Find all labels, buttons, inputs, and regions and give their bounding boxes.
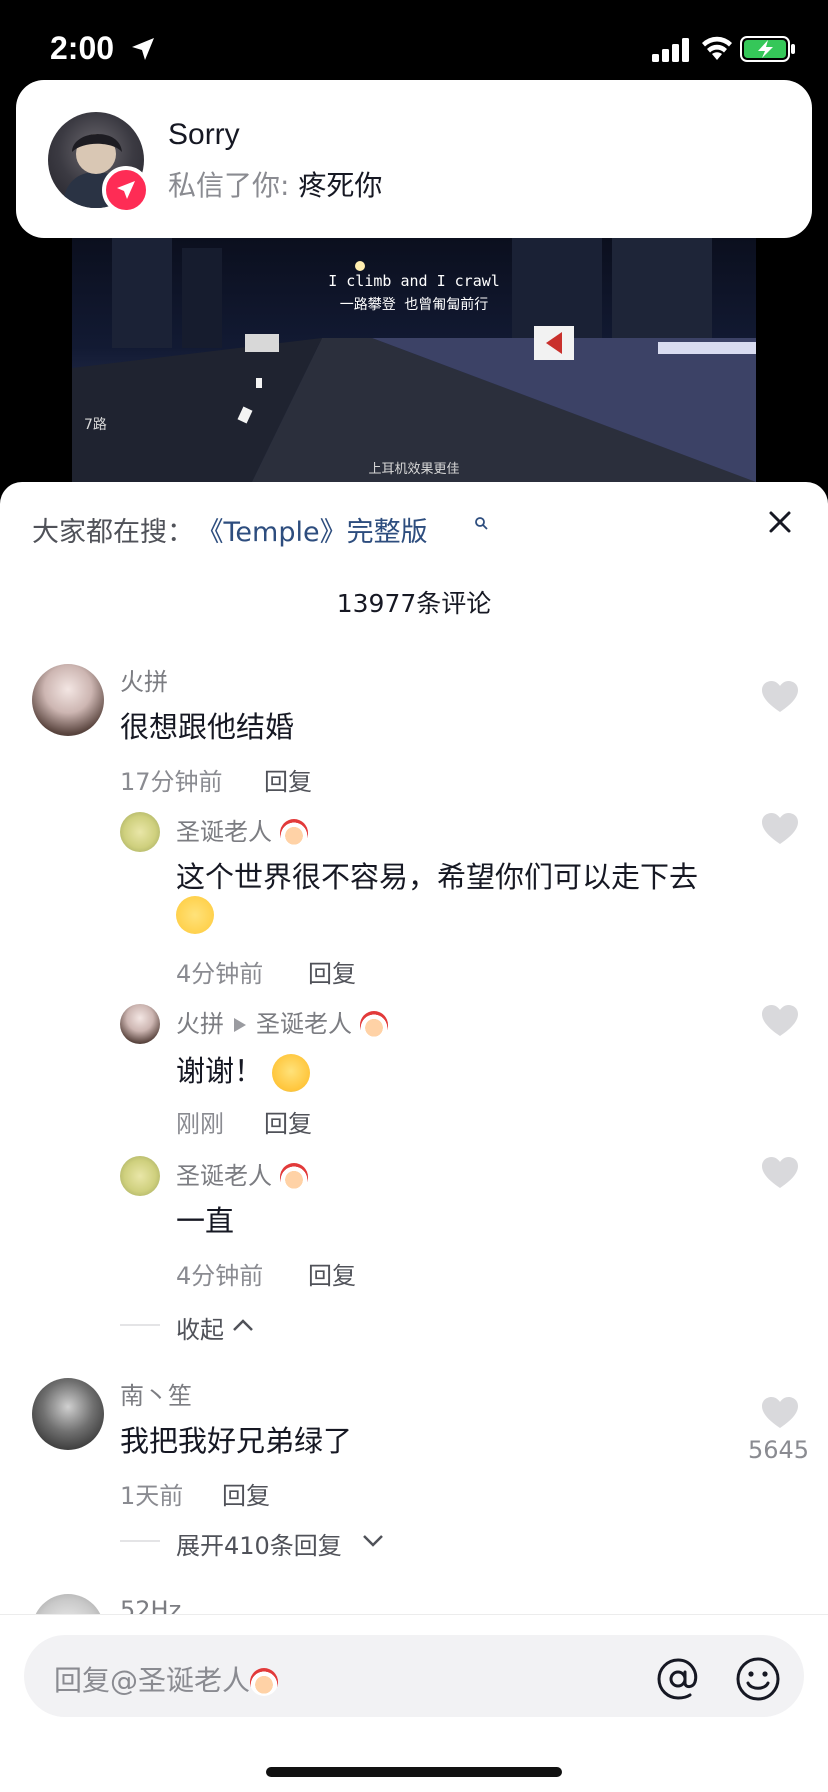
- cellular-signal-icon: [652, 38, 689, 62]
- notification-sender: Sorry: [168, 118, 240, 151]
- collapse-replies-button[interactable]: 收起: [176, 1310, 224, 1345]
- earphone-tip: 上耳机效果更佳: [368, 462, 460, 477]
- lyric-chinese: 一路攀登 也曾匍匐前行: [339, 297, 489, 313]
- send-icon: [117, 181, 135, 199]
- reply-to-arrow-icon: [234, 1018, 246, 1032]
- like-heart-icon[interactable]: [761, 812, 799, 846]
- comment-count: 13977条评论: [336, 589, 492, 618]
- message-notification[interactable]: Sorry 私信了你: 疼死你: [16, 80, 812, 238]
- comment-time: 1天前: [120, 1482, 184, 1510]
- reply-button[interactable]: 回复: [264, 1104, 312, 1139]
- reply-author[interactable]: 圣诞老人: [176, 1156, 308, 1191]
- notification-message-prefix: 私信了你:: [168, 169, 299, 202]
- wifi-icon: [702, 36, 732, 60]
- search-suggestion[interactable]: 大家都在搜： 《Temple》完整版: [32, 510, 428, 549]
- route-label: 7路: [84, 417, 107, 433]
- santa-emoji-icon: [279, 1163, 308, 1191]
- avatar[interactable]: [120, 1004, 160, 1044]
- mention-at-icon[interactable]: [654, 1655, 702, 1703]
- avatar[interactable]: [32, 1378, 104, 1450]
- avatar[interactable]: [120, 812, 160, 852]
- video-frame: I climb and I crawl 一路攀登 也曾匍匐前行 7路 上耳机效果…: [72, 238, 756, 482]
- lyric-english: I climb and I crawl: [328, 272, 500, 290]
- like-heart-icon[interactable]: [761, 1004, 799, 1038]
- reply-time: 刚刚: [176, 1110, 224, 1138]
- emoji-picker-icon[interactable]: [734, 1655, 782, 1703]
- divider: [120, 1540, 160, 1542]
- reply-text-body: 谢谢！: [176, 1054, 264, 1088]
- location-arrow-icon: [132, 38, 154, 60]
- status-time: 2:00: [50, 30, 115, 66]
- like-heart-icon[interactable]: [761, 1396, 799, 1430]
- search-suggestion-keyword[interactable]: 《Temple》完整版: [210, 517, 428, 548]
- reply-text: 一直: [176, 1204, 235, 1238]
- reply-button[interactable]: 回复: [264, 762, 312, 797]
- search-icon: [475, 517, 488, 530]
- reply-author-name[interactable]: 圣诞老人: [176, 1162, 272, 1190]
- notification-message-text: 疼死你: [298, 169, 383, 202]
- comment-text: 很想跟他结婚: [120, 710, 295, 744]
- close-icon[interactable]: [762, 504, 798, 540]
- like-heart-icon[interactable]: [761, 1156, 799, 1190]
- reply-author-name[interactable]: 火拼: [176, 1010, 224, 1038]
- reply-author[interactable]: 火拼 圣诞老人: [176, 1004, 388, 1039]
- search-suggestion-prefix: 大家都在搜：: [32, 517, 194, 548]
- reply-button[interactable]: 回复: [222, 1476, 270, 1511]
- comment-time: 17分钟前: [120, 768, 223, 796]
- like-count: 5645: [748, 1436, 810, 1464]
- home-indicator[interactable]: [266, 1767, 562, 1777]
- reply-button[interactable]: 回复: [308, 1256, 356, 1291]
- reply-button[interactable]: 回复: [308, 954, 356, 989]
- santa-emoji-icon: [279, 819, 308, 847]
- divider: [120, 1324, 160, 1326]
- comment-author[interactable]: 火拼: [120, 662, 168, 697]
- comment-text: 我把我好兄弟绿了: [120, 1424, 353, 1458]
- reply-time: 4分钟前: [176, 960, 264, 988]
- reply-to-name[interactable]: 圣诞老人: [256, 1010, 352, 1038]
- pleading-face-emoji-icon: [176, 896, 214, 934]
- chevron-down-icon[interactable]: [362, 1534, 384, 1548]
- santa-emoji-icon: [359, 1011, 388, 1039]
- notification-message: 私信了你: 疼死你: [168, 164, 382, 204]
- crying-face-emoji-icon: [272, 1054, 311, 1092]
- like-heart-icon[interactable]: [761, 680, 799, 714]
- reply-text: 谢谢！: [176, 1048, 311, 1092]
- avatar[interactable]: [32, 664, 104, 736]
- reply-text: 这个世界很不容易，希望你们可以走下去: [176, 860, 699, 894]
- chevron-up-icon[interactable]: [232, 1318, 254, 1332]
- reply-time: 4分钟前: [176, 1262, 264, 1290]
- reply-bar: 回复@圣诞老人: [0, 1614, 828, 1792]
- battery-charging-icon: [740, 36, 795, 62]
- direct-message-badge: [102, 166, 150, 214]
- avatar[interactable]: [120, 1156, 160, 1196]
- reply-author[interactable]: 圣诞老人: [176, 812, 308, 847]
- reply-author-name[interactable]: 圣诞老人: [176, 818, 272, 846]
- expand-replies-button[interactable]: 展开410条回复: [176, 1526, 342, 1561]
- reply-text-emoji: [176, 896, 214, 934]
- comment-author[interactable]: 南丶笙: [120, 1376, 192, 1411]
- video-player[interactable]: I climb and I crawl 一路攀登 也曾匍匐前行 7路 上耳机效果…: [0, 238, 828, 482]
- comment-sheet: 大家都在搜： 《Temple》完整版 13977条评论 火拼 很想跟他结婚 17分…: [0, 482, 828, 1792]
